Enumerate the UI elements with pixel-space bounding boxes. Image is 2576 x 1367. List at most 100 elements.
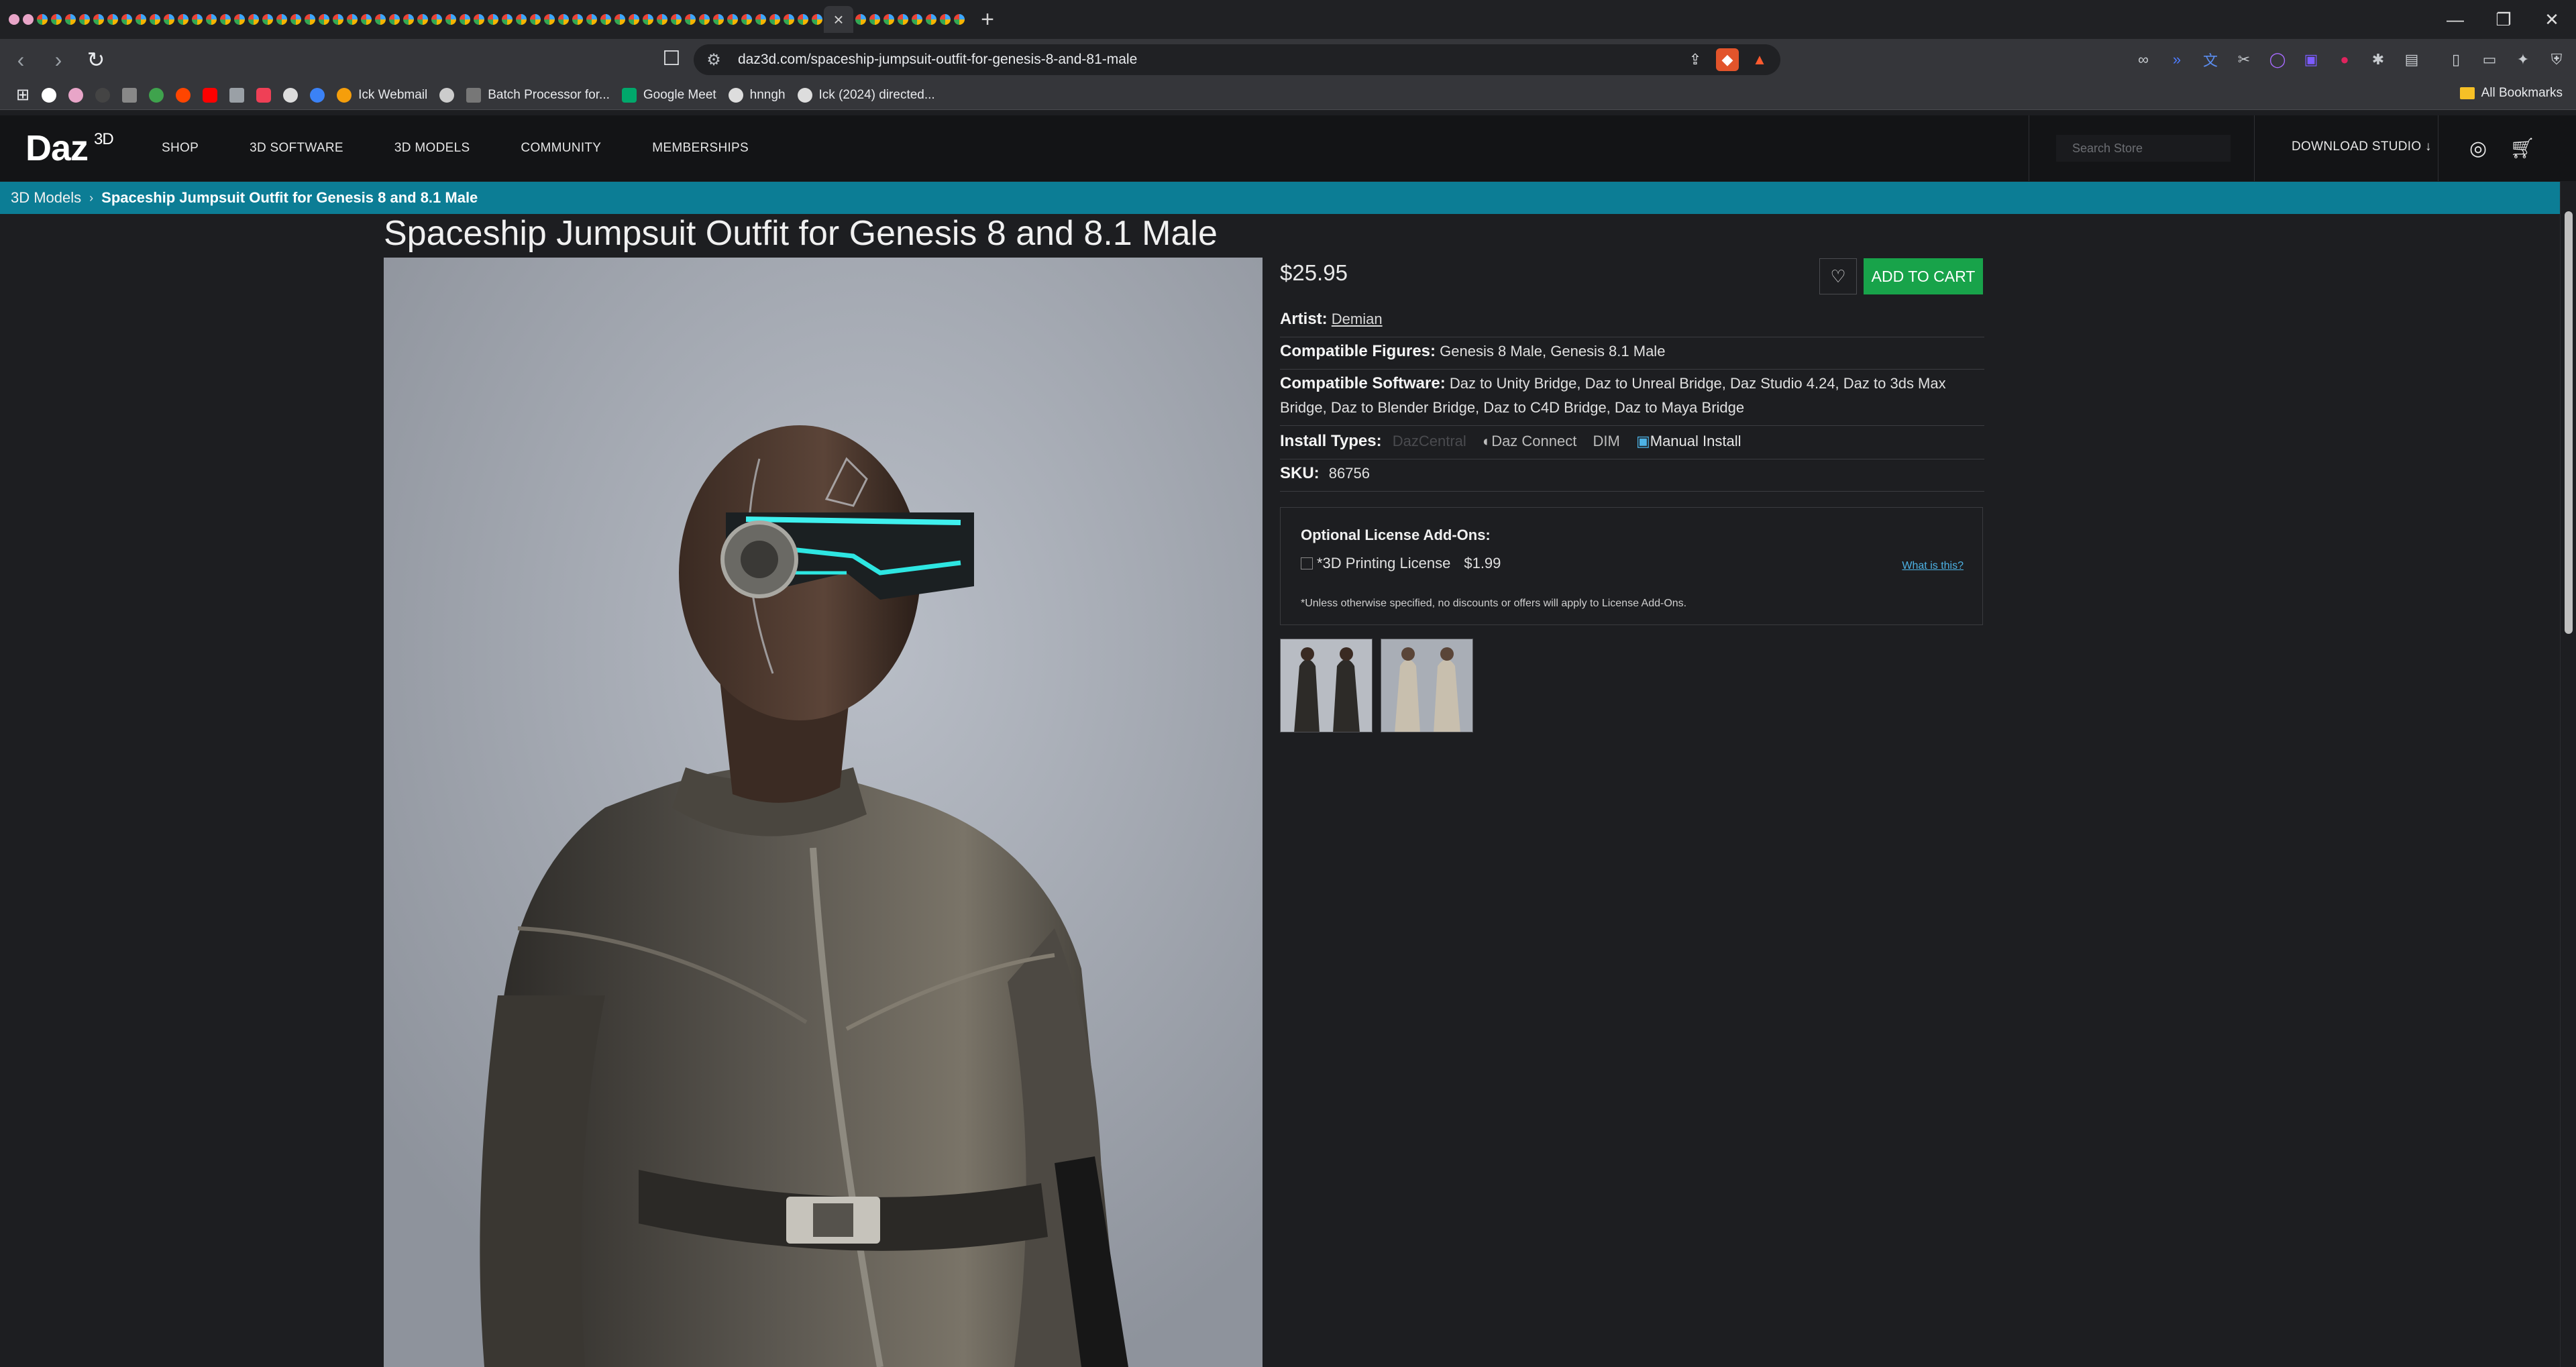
add-to-cart-button[interactable]: ADD TO CART — [1864, 258, 1983, 294]
browser-tab[interactable] — [938, 6, 952, 33]
back-button[interactable]: ‹ — [4, 43, 38, 76]
bookmark-youtube[interactable] — [203, 87, 218, 103]
browser-tab[interactable] — [443, 6, 458, 33]
daz-logo[interactable]: Daz 3D — [25, 127, 114, 169]
browser-tab[interactable] — [401, 6, 415, 33]
wallet-icon[interactable]: ▭ — [2477, 47, 2502, 72]
site-info-icon[interactable]: ⚙ — [700, 50, 727, 70]
leo-ai-icon[interactable]: ✦ — [2510, 47, 2536, 72]
download-studio-button[interactable]: DOWNLOAD STUDIO ↓ — [2292, 140, 2432, 154]
browser-tab[interactable] — [317, 6, 331, 33]
close-window-button[interactable]: ✕ — [2528, 0, 2576, 39]
browser-tab[interactable] — [162, 6, 176, 33]
extension-icon[interactable]: ◯ — [2265, 47, 2290, 72]
browser-tab[interactable] — [767, 6, 782, 33]
browser-tab[interactable] — [796, 6, 810, 33]
browser-tab[interactable] — [429, 6, 443, 33]
browser-tab[interactable] — [853, 6, 867, 33]
browser-tab[interactable] — [133, 6, 148, 33]
scrollbar-thumb[interactable] — [2565, 211, 2573, 634]
new-tab-button[interactable]: + — [971, 3, 1004, 36]
browser-tab[interactable] — [486, 6, 500, 33]
browser-tab[interactable] — [924, 6, 938, 33]
browser-tab[interactable] — [246, 6, 260, 33]
nav-3d-software[interactable]: 3D SOFTWARE — [250, 141, 343, 156]
thumbnail-dark-suit[interactable] — [1280, 639, 1373, 732]
apps-icon[interactable]: ⊞ — [16, 85, 30, 105]
bookmark-icon[interactable] — [68, 87, 84, 103]
bookmark-page-icon[interactable]: ☐ — [661, 47, 682, 72]
minimize-button[interactable]: — — [2431, 0, 2479, 39]
browser-tab[interactable] — [952, 6, 966, 33]
vpn-icon[interactable]: ⛨ — [2544, 47, 2569, 72]
browser-tab[interactable] — [49, 6, 63, 33]
extension-icon[interactable]: ✂ — [2231, 47, 2257, 72]
bookmark-icon[interactable] — [149, 87, 164, 103]
browser-tab[interactable] — [63, 6, 77, 33]
browser-tab[interactable] — [867, 6, 881, 33]
bookmark-reddit[interactable] — [176, 87, 191, 103]
browser-tab[interactable] — [472, 6, 486, 33]
browser-tab[interactable] — [612, 6, 627, 33]
extension-icon[interactable]: ▤ — [2399, 47, 2424, 72]
browser-tab[interactable] — [91, 6, 105, 33]
browser-tab[interactable] — [204, 6, 218, 33]
browser-tab[interactable] — [148, 6, 162, 33]
bookmark-icon[interactable] — [439, 87, 455, 103]
browser-tab[interactable] — [21, 6, 35, 33]
browser-tab[interactable] — [725, 6, 739, 33]
cart-icon[interactable]: 🛒︎ — [2510, 137, 2535, 160]
browser-tab[interactable] — [514, 6, 528, 33]
browser-tab[interactable] — [500, 6, 514, 33]
browser-tab[interactable] — [288, 6, 303, 33]
browser-tab[interactable] — [641, 6, 655, 33]
browser-tab[interactable] — [218, 6, 232, 33]
bookmark-icon[interactable] — [229, 87, 245, 103]
bookmark-icon[interactable] — [95, 87, 111, 103]
browser-tab[interactable] — [303, 6, 317, 33]
browser-tab[interactable] — [7, 6, 21, 33]
browser-tab[interactable] — [810, 6, 824, 33]
browser-tab[interactable] — [176, 6, 190, 33]
browser-tab[interactable] — [570, 6, 584, 33]
browser-tab[interactable] — [119, 6, 133, 33]
bookmark-icon[interactable] — [310, 87, 325, 103]
nav-community[interactable]: COMMUNITY — [521, 141, 601, 156]
3d-printing-license-label[interactable]: *3D Printing License — [1317, 555, 1450, 572]
nav-shop[interactable]: SHOP — [162, 141, 199, 156]
browser-tab[interactable] — [387, 6, 401, 33]
browser-tab[interactable] — [782, 6, 796, 33]
nav-3d-models[interactable]: 3D MODELS — [394, 141, 470, 156]
brave-rewards-icon[interactable]: ▲ — [1748, 48, 1771, 71]
forward-button[interactable]: › — [42, 43, 75, 76]
thumbnail-light-suit[interactable] — [1381, 639, 1473, 732]
browser-tab[interactable] — [274, 6, 288, 33]
browser-tab[interactable] — [627, 6, 641, 33]
address-bar-url[interactable]: daz3d.com/spaceship-jumpsuit-outfit-for-… — [738, 52, 1137, 68]
browser-tab[interactable] — [896, 6, 910, 33]
bookmark-ick-webmail[interactable]: Ick Webmail — [337, 87, 427, 103]
browser-tab[interactable] — [556, 6, 570, 33]
bookmark-icon[interactable] — [122, 87, 138, 103]
extension-icon[interactable]: ▣ — [2298, 47, 2324, 72]
bookmark-batch-processor[interactable]: Batch Processor for... — [466, 87, 610, 103]
bookmark-pocket[interactable] — [256, 87, 272, 103]
browser-tab[interactable] — [881, 6, 896, 33]
bookmark-google-meet[interactable]: Google Meet — [621, 87, 716, 103]
3d-printing-license-checkbox[interactable] — [1301, 557, 1313, 569]
browser-tab[interactable] — [739, 6, 753, 33]
browser-tab[interactable] — [331, 6, 345, 33]
browser-tab[interactable] — [345, 6, 359, 33]
artist-link[interactable]: Demian — [1332, 311, 1383, 327]
browser-tab[interactable] — [77, 6, 91, 33]
browser-tab[interactable] — [35, 6, 49, 33]
bookmark-google[interactable] — [42, 87, 57, 103]
browser-tab[interactable] — [232, 6, 246, 33]
restore-button[interactable]: ❐ — [2479, 0, 2528, 39]
active-tab[interactable]: × — [824, 6, 853, 33]
browser-tab[interactable] — [669, 6, 683, 33]
bookmark-hnngh[interactable]: hnngh — [728, 87, 786, 103]
extension-icon[interactable]: ∞ — [2131, 47, 2156, 72]
account-icon[interactable]: ◎ — [2469, 137, 2487, 160]
browser-tab[interactable] — [415, 6, 429, 33]
